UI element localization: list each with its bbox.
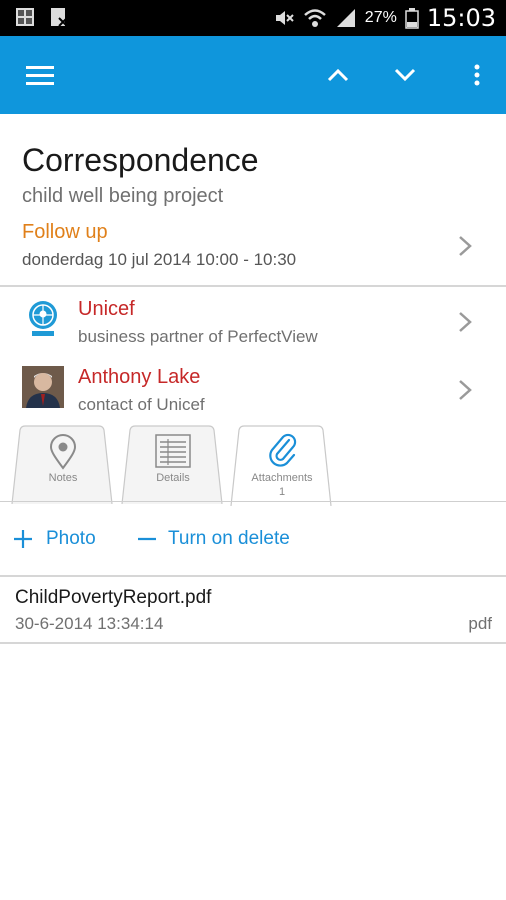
tab-bar-baseline	[0, 501, 506, 502]
clock: 15:03	[426, 4, 496, 32]
minus-icon	[138, 537, 156, 541]
contact-name: Unicef	[78, 298, 135, 320]
chevron-right-icon	[459, 312, 472, 332]
tab-bar: Notes Details Attachments 1	[0, 422, 506, 506]
mute-icon	[275, 11, 294, 25]
tab-details[interactable]: Details	[120, 424, 226, 504]
avatar	[22, 366, 64, 408]
divider	[0, 642, 506, 644]
document-notification-icon	[51, 8, 68, 27]
location-pin-icon	[49, 434, 77, 470]
contact-relation: business partner of PerfectView	[78, 327, 318, 346]
tab-badge: 1	[278, 486, 286, 498]
overflow-menu-icon	[474, 64, 480, 86]
chevron-down-icon	[394, 68, 416, 82]
follow-up-label: Follow up	[22, 221, 108, 243]
wifi-icon	[303, 9, 326, 27]
contact-row-anthony-lake[interactable]: Anthony Lake contact of Unicef	[0, 358, 506, 420]
turn-on-delete-label: Turn on delete	[168, 528, 290, 549]
battery-percent: 27%	[364, 9, 397, 26]
record-subtitle: child well being project	[22, 185, 224, 207]
contact-name: Anthony Lake	[78, 366, 201, 388]
attachment-name: ChildPovertyReport.pdf	[15, 587, 212, 608]
follow-up-datetime: donderdag 10 jul 2014 10:00 - 10:30	[22, 250, 297, 269]
signal-icon	[336, 9, 355, 27]
paperclip-icon	[269, 433, 297, 467]
previous-button[interactable]	[316, 36, 360, 114]
chevron-up-icon	[327, 68, 349, 82]
next-button[interactable]	[383, 36, 427, 114]
chevron-right-icon	[459, 380, 472, 400]
tab-label: Notes	[48, 472, 78, 484]
battery-icon	[405, 8, 419, 29]
add-photo-button[interactable]: Photo	[12, 528, 96, 550]
contact-relation: contact of Unicef	[78, 395, 205, 414]
divider	[0, 285, 506, 287]
attachment-actions: Photo Turn on delete	[0, 520, 506, 564]
gallery-notification-icon	[16, 8, 34, 26]
details-list-icon	[155, 434, 191, 468]
unicef-logo	[29, 301, 57, 336]
menu-button[interactable]	[14, 36, 66, 114]
overflow-menu-button[interactable]	[460, 36, 494, 114]
list-item[interactable]: ChildPovertyReport.pdf 30-6-2014 13:34:1…	[0, 578, 506, 642]
menu-icon	[26, 66, 54, 85]
follow-up-row[interactable]: Follow up donderdag 10 jul 2014 10:00 - …	[0, 215, 506, 281]
divider	[0, 575, 506, 577]
contact-row-unicef[interactable]: Unicef business partner of PerfectView	[0, 290, 506, 352]
tab-label: Attachments	[251, 472, 313, 484]
attachment-type: pdf	[468, 614, 492, 633]
chevron-right-icon	[459, 236, 472, 256]
app-bar	[0, 36, 506, 114]
add-photo-label: Photo	[46, 528, 96, 549]
tab-attachments[interactable]: Attachments 1	[229, 424, 335, 506]
tab-label: Details	[156, 472, 190, 484]
status-bar: 27% 15:03	[0, 0, 506, 36]
attachment-date: 30-6-2014 13:34:14	[15, 614, 164, 633]
plus-icon	[14, 530, 32, 548]
tab-notes[interactable]: Notes	[10, 424, 116, 504]
page-title: Correspondence	[22, 142, 259, 178]
turn-on-delete-button[interactable]: Turn on delete	[136, 528, 290, 550]
